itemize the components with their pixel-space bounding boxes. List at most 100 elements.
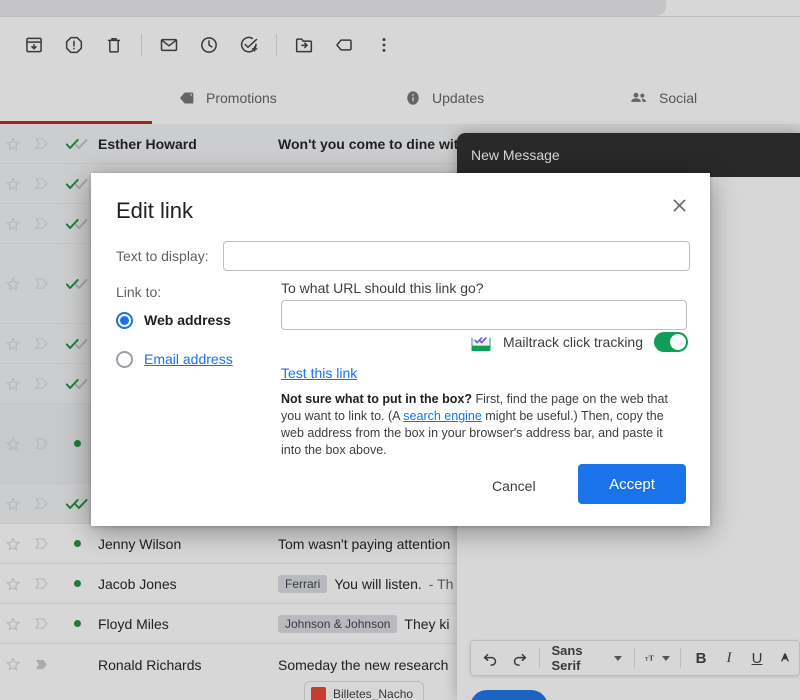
tab-updates[interactable]: Updates <box>404 72 484 124</box>
test-this-link[interactable]: Test this link <box>281 365 357 381</box>
mailtrack-toggle[interactable] <box>654 332 688 352</box>
radio-email-address-label: Email address <box>144 351 233 367</box>
close-icon <box>670 196 689 215</box>
category-tabs: Primary Promotions Updates Social <box>0 72 800 124</box>
more-options-button[interactable] <box>364 25 404 65</box>
text-to-display-input[interactable] <box>223 241 690 271</box>
unread-dot-icon <box>74 540 81 547</box>
report-spam-button[interactable] <box>54 25 94 65</box>
snooze-button[interactable] <box>189 25 229 65</box>
radio-email-address[interactable]: Email address <box>116 344 233 374</box>
font-family-value: Sans Serif <box>552 643 589 673</box>
mailtrack-status-icon <box>56 137 98 151</box>
add-to-tasks-button[interactable] <box>229 25 269 65</box>
italic-button[interactable]: I <box>715 643 743 673</box>
important-marker-icon[interactable] <box>26 175 56 192</box>
important-marker-icon[interactable] <box>26 575 56 592</box>
font-size-select[interactable]: T T <box>641 643 674 673</box>
active-tab-indicator <box>0 121 152 124</box>
url-question-label: To what URL should this link go? <box>281 280 484 296</box>
important-marker-icon[interactable] <box>26 375 56 392</box>
star-icon[interactable] <box>0 656 26 672</box>
compose-format-toolbar: Sans Serif T T B I U <box>470 640 800 676</box>
mailtrack-click-tracking-row: Mailtrack click tracking <box>470 332 688 352</box>
important-marker-icon[interactable] <box>26 615 56 632</box>
important-marker-icon[interactable] <box>26 335 56 352</box>
mail-action-toolbar <box>0 17 800 72</box>
send-button[interactable]: Send <box>470 690 548 700</box>
redo-icon <box>510 649 528 667</box>
important-marker-icon[interactable] <box>26 135 56 152</box>
subject-text: Won't you come to dine with <box>278 136 467 152</box>
url-input[interactable] <box>281 300 687 330</box>
delete-icon <box>104 35 124 55</box>
star-icon[interactable] <box>0 176 26 192</box>
font-family-select[interactable]: Sans Serif <box>546 643 629 673</box>
subject-text: Tom wasn't paying attention <box>278 536 450 552</box>
radio-web-address[interactable]: Web address <box>116 305 233 335</box>
radio-email-address-indicator[interactable] <box>116 351 133 368</box>
format-size-icon: T T <box>645 649 657 667</box>
star-icon[interactable] <box>0 276 26 292</box>
star-icon[interactable] <box>0 576 26 592</box>
help-text: Not sure what to put in the box? First, … <box>281 391 681 459</box>
link-type-radio-group: Web address Email address <box>116 305 233 374</box>
tab-social-label: Social <box>659 90 697 106</box>
star-icon[interactable] <box>0 616 26 632</box>
underline-button[interactable]: U <box>743 643 771 673</box>
star-icon[interactable] <box>0 496 26 512</box>
label-chip[interactable]: Johnson & Johnson <box>278 615 397 633</box>
mark-unread-button[interactable] <box>149 25 189 65</box>
important-marker-icon[interactable] <box>26 495 56 512</box>
radio-web-address-indicator[interactable] <box>116 312 133 329</box>
link-to-label: Link to: <box>116 284 161 300</box>
search-bar-remnant[interactable] <box>0 0 666 16</box>
text-color-icon <box>777 650 793 666</box>
star-icon[interactable] <box>0 436 26 452</box>
search-engine-link[interactable]: search engine <box>403 409 482 423</box>
text-color-button[interactable] <box>771 643 799 673</box>
star-icon[interactable] <box>0 136 26 152</box>
tab-social[interactable]: Social <box>629 72 697 124</box>
attachment-chip[interactable]: Billetes_Nacho <box>304 681 424 700</box>
mailtrack-status-icon <box>56 580 98 587</box>
bold-button[interactable]: B <box>687 643 715 673</box>
tab-promotions[interactable]: Promotions <box>178 72 277 124</box>
cancel-button[interactable]: Cancel <box>476 468 552 504</box>
important-marker-icon[interactable] <box>26 656 56 673</box>
important-marker-icon[interactable] <box>26 215 56 232</box>
mailtrack-label: Mailtrack click tracking <box>503 334 643 350</box>
compose-header[interactable]: New Message <box>457 133 800 177</box>
accept-button[interactable]: Accept <box>578 464 686 504</box>
archive-button[interactable] <box>14 25 54 65</box>
archive-icon <box>24 35 44 55</box>
redo-button[interactable] <box>505 643 533 673</box>
subject-snippet: - Th <box>429 576 454 592</box>
mailtrack-status-icon <box>56 620 98 627</box>
close-button[interactable] <box>664 190 694 220</box>
tag-icon <box>178 89 196 107</box>
label-chip[interactable]: Ferrari <box>278 575 327 593</box>
important-marker-icon[interactable] <box>26 535 56 552</box>
important-marker-icon[interactable] <box>26 435 56 452</box>
move-to-button[interactable] <box>284 25 324 65</box>
mailtrack-icon <box>470 333 492 352</box>
delete-button[interactable] <box>94 25 134 65</box>
radio-web-address-label: Web address <box>144 312 231 328</box>
sender-name: Esther Howard <box>98 136 278 152</box>
star-icon[interactable] <box>0 336 26 352</box>
subject-text: You will listen. <box>334 576 421 592</box>
labels-button[interactable] <box>324 25 364 65</box>
undo-button[interactable] <box>477 643 505 673</box>
sender-name: Floyd Miles <box>98 616 278 632</box>
people-icon <box>629 88 649 108</box>
compose-title: New Message <box>471 147 560 163</box>
snooze-icon <box>199 35 219 55</box>
unread-dot-icon <box>74 440 81 447</box>
star-icon[interactable] <box>0 216 26 232</box>
move-to-icon <box>294 35 314 55</box>
info-icon <box>404 89 422 107</box>
important-marker-icon[interactable] <box>26 275 56 292</box>
star-icon[interactable] <box>0 376 26 392</box>
star-icon[interactable] <box>0 536 26 552</box>
